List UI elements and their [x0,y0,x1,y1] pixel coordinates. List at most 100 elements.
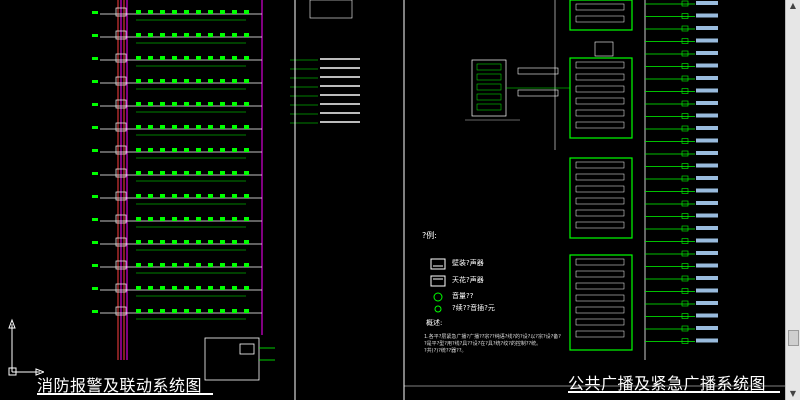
source-unit [476,93,502,101]
device-symbol [244,171,249,175]
device-symbol [160,102,165,106]
floor-label-mark [92,126,98,129]
legend-text-placeholder [320,103,360,105]
legend-label: 壁装?声器 [452,259,484,267]
zone-label-placeholder [696,288,718,293]
zone-label-placeholder [696,176,718,180]
device-symbol [148,33,153,37]
zone-label-placeholder [696,163,718,168]
device-symbol [232,309,237,313]
device-symbol [232,79,237,83]
device-symbol [172,309,177,313]
device-symbol [196,148,201,152]
cad-drawing-canvas[interactable] [0,0,786,400]
zone-speaker-icon [681,38,689,44]
amplifier-unit [575,197,625,205]
legend-text-placeholder [320,67,360,69]
device-symbol [232,102,237,106]
amplifier-unit [575,73,625,81]
title-underline-right [568,391,780,393]
device-symbol [160,217,165,221]
control-panel-icon [239,343,255,355]
device-symbol [244,309,249,313]
floor-label-mark [92,149,98,152]
device-symbol [148,309,153,313]
device-symbol [196,125,201,129]
legend-label: 音量?? [452,292,474,300]
device-symbol [220,33,225,37]
zone-speaker-icon [681,225,689,232]
device-symbol [148,56,153,60]
zone-speaker-icon [681,0,689,7]
zone-speaker-icon [681,63,689,69]
scroll-down-arrow-icon[interactable]: ▼ [786,388,800,400]
device-symbol [244,194,249,198]
device-symbol [208,217,213,221]
device-symbol [220,240,225,244]
amplifier-unit [575,121,625,129]
legend-header: ?例: [422,231,437,240]
zone-label-placeholder [696,188,718,193]
device-symbol [196,33,201,37]
zone-speaker-icon [681,13,689,19]
legend-text-placeholder [320,112,360,114]
device-symbol [208,240,213,244]
device-symbol [160,286,165,290]
amplifier-unit [575,330,625,338]
ucs-icon [4,318,46,378]
vertical-scrollbar[interactable]: ▲ ▼ [785,0,800,400]
device-symbol [208,56,213,60]
zone-speaker-icon [681,50,689,57]
device-symbol [220,286,225,290]
device-symbol [184,125,189,129]
zone-label-placeholder [696,226,718,230]
device-symbol [172,286,177,290]
device-symbol [148,194,153,198]
legend-item-jack: ?续??音插?元 [430,303,495,313]
zone-speaker-icon [681,75,689,82]
device-symbol [232,286,237,290]
legend-label: ?续??音插?元 [452,304,495,312]
amplifier-rack-box [569,254,633,351]
device-symbol [136,102,141,106]
floor-label-mark [92,264,98,267]
device-symbol [244,10,249,14]
zone-label-placeholder [696,201,718,205]
router-box [594,41,614,57]
amplifier-unit [575,209,625,217]
device-symbol [196,10,201,14]
device-symbol [244,79,249,83]
scroll-up-arrow-icon[interactable]: ▲ [786,0,800,12]
zone-speaker-icon [681,313,689,319]
amplifier-unit [575,221,625,229]
device-symbol [136,309,141,313]
device-symbol [244,102,249,106]
amplifier-unit [575,282,625,290]
floor-label-mark [92,310,98,313]
floor-label-mark [92,103,98,106]
legend-item-volume-control: 音量?? [430,291,474,302]
device-symbol [172,33,177,37]
legend-item-ceiling-speaker: 天花?声器 [430,275,484,287]
notes-line: ?是平?型?用?线?具??设?在?具?统?纹?的控制??统。 [424,341,542,347]
device-symbol [148,240,153,244]
amplifier-unit [575,270,625,278]
scrollbar-thumb[interactable] [788,330,799,346]
device-symbol [184,102,189,106]
device-symbol [232,194,237,198]
zone-speaker-icon [681,300,689,307]
device-symbol [160,309,165,313]
device-symbol [160,56,165,60]
device-symbol [220,194,225,198]
zone-label-placeholder [696,238,718,243]
device-symbol [232,171,237,175]
device-symbol [208,171,213,175]
device-symbol [208,79,213,83]
zone-label-placeholder [696,26,718,30]
device-symbol [160,33,165,37]
legend-text-placeholder [320,76,360,78]
device-symbol [184,263,189,267]
device-symbol [172,102,177,106]
device-symbol [220,148,225,152]
device-symbol [232,56,237,60]
